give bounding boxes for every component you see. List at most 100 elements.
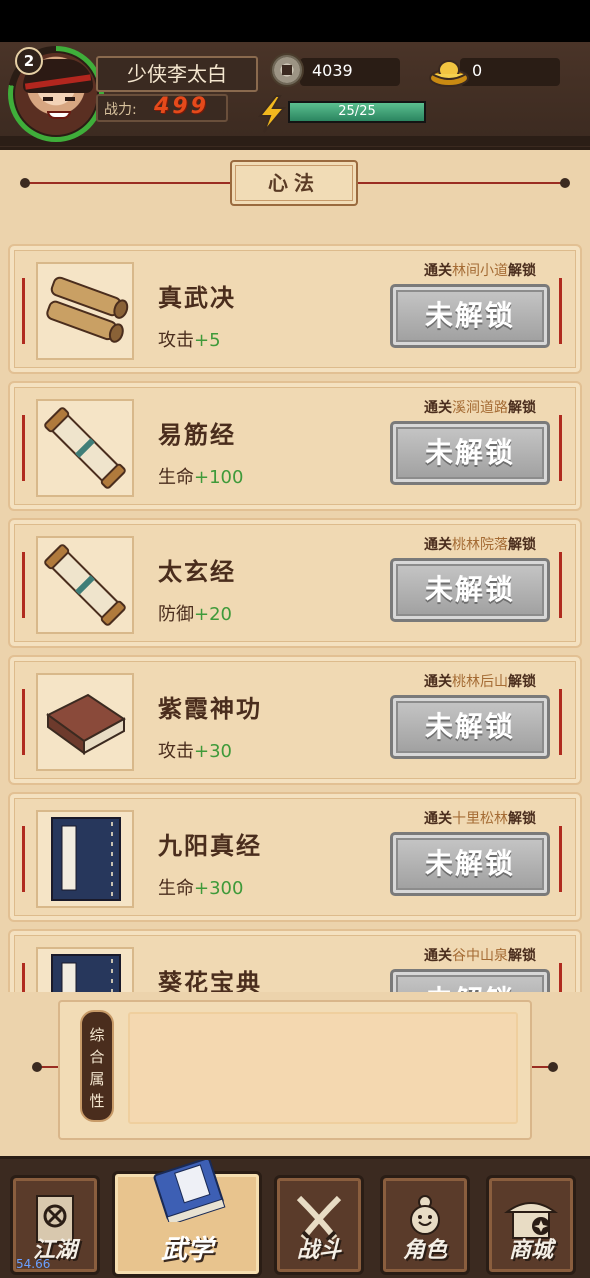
skill-card: 紫霞神功 攻击+30 通关桃林后山解锁 未解锁: [8, 655, 582, 785]
hint-suffix: 解锁: [508, 537, 536, 553]
unlock-stage: 林间小道: [452, 263, 508, 279]
skill-icon-frame: [36, 673, 134, 771]
section-title-plaque: 心法: [230, 160, 358, 206]
card-accent-left: [22, 963, 25, 992]
locked-button[interactable]: 未解锁: [390, 969, 550, 992]
combat-power-label: 战力:: [104, 102, 137, 118]
card-accent-right: [559, 415, 562, 481]
card-accent-right: [559, 963, 562, 992]
level-badge: 2: [15, 47, 43, 75]
tab-label: 商城: [508, 1237, 553, 1263]
stat-bonus: +100: [194, 467, 244, 488]
stat-label: 攻击: [158, 741, 194, 762]
skill-card: 太玄经 防御+20 通关桃林院落解锁 未解锁: [8, 518, 582, 648]
skill-card: 葵花宝典 通关谷中山泉解锁 未解锁: [8, 929, 582, 992]
unlock-hint: 通关溪涧道路解锁: [424, 397, 536, 417]
energy-bolt-icon: [257, 95, 287, 133]
unlock-stage: 桃林后山: [452, 674, 508, 690]
skill-name: 紫霞神功: [158, 695, 262, 723]
card-accent-left: [22, 552, 25, 618]
unlock-stage: 溪涧道路: [452, 400, 508, 416]
tab-zhandou[interactable]: 战斗: [274, 1175, 364, 1275]
stat-bonus: +20: [194, 604, 232, 625]
hint-prefix: 通关: [424, 537, 452, 553]
bamboo-scrolls-icon: [46, 276, 129, 343]
blue-book-icon: [51, 817, 121, 901]
hint-suffix: 解锁: [508, 948, 536, 964]
title-divider-dot: [560, 178, 570, 188]
combat-power: 战力: 499: [96, 94, 228, 122]
combat-power-value: 499: [154, 94, 209, 119]
unlock-hint: 通关桃林后山解锁: [424, 671, 536, 691]
blue-book-icon: [51, 954, 121, 992]
skill-card: 真武决 攻击+5 通关林间小道解锁 未解锁: [8, 244, 582, 374]
tab-shangcheng[interactable]: 商城: [486, 1175, 576, 1275]
tab-label: 角色: [402, 1237, 447, 1263]
brown-book-icon: [46, 693, 126, 755]
skill-name: 真武决: [158, 284, 236, 312]
tab-label: 战斗: [296, 1237, 341, 1263]
locked-button[interactable]: 未解锁: [390, 695, 550, 759]
skill-name: 易筋经: [158, 421, 236, 449]
hint-suffix: 解锁: [508, 400, 536, 416]
avatar-eye: [65, 97, 75, 101]
skill-stat: 防御+20: [158, 600, 232, 626]
coin-value: 4039: [312, 61, 353, 80]
stat-label: 防御: [158, 604, 194, 625]
unlock-hint: 通关桃林院落解锁: [424, 534, 536, 554]
attr-divider-dot: [32, 1062, 42, 1072]
locked-button-label: 未解锁: [424, 847, 515, 880]
card-accent-right: [559, 278, 562, 344]
locked-button[interactable]: 未解锁: [390, 558, 550, 622]
unlock-stage: 谷中山泉: [452, 948, 508, 964]
hint-suffix: 解锁: [508, 263, 536, 279]
title-divider-dot: [20, 178, 30, 188]
skill-stat: 生命+100: [158, 463, 243, 489]
copper-coin-icon: [270, 53, 304, 87]
locked-button[interactable]: 未解锁: [390, 832, 550, 896]
tab-wuxue[interactable]: 武学: [112, 1160, 262, 1277]
unlock-stage: 十里松林: [452, 811, 508, 827]
energy-bar: 25/25: [288, 101, 426, 123]
player-name: 少侠李太白: [96, 56, 258, 92]
unlock-stage: 桃林院落: [452, 537, 508, 553]
status-bar: [0, 0, 590, 42]
game-screen: 2 少侠李太白 战力: 499 4039 0 25/25 心法 真武决 攻击+5…: [0, 0, 590, 1278]
attribute-label: 综合属性: [80, 1010, 114, 1122]
locked-button[interactable]: 未解锁: [390, 421, 550, 485]
card-accent-right: [559, 689, 562, 755]
skill-icon-frame: [36, 262, 134, 360]
skill-list[interactable]: 真武决 攻击+5 通关林间小道解锁 未解锁 易筋经 生命+100 通关溪涧道路解…: [0, 240, 590, 992]
rolled-scroll-icon: [44, 544, 126, 626]
locked-button-label: 未解锁: [424, 299, 515, 332]
locked-button[interactable]: 未解锁: [390, 284, 550, 348]
stat-bonus: +300: [194, 878, 244, 899]
skill-name: 九阳真经: [158, 832, 262, 860]
attribute-panel: 综合属性: [0, 992, 590, 1156]
card-accent-left: [22, 689, 25, 755]
tab-juese[interactable]: 角色: [380, 1175, 470, 1275]
card-accent-right: [559, 826, 562, 892]
fps-counter: 54.66: [16, 1257, 51, 1271]
title-divider-right: [356, 182, 564, 184]
tab-label: 武学: [160, 1235, 213, 1265]
stat-bonus: +5: [194, 330, 221, 351]
energy-text: 25/25: [338, 104, 376, 119]
avatar-mouth: [47, 111, 71, 119]
section-title: 心法: [268, 171, 320, 195]
title-divider-left: [28, 182, 232, 184]
skill-icon-frame: [36, 536, 134, 634]
skill-icon-frame: [36, 810, 134, 908]
locked-button-label: 未解锁: [424, 436, 515, 469]
hint-suffix: 解锁: [508, 811, 536, 827]
skill-card: 易筋经 生命+100 通关溪涧道路解锁 未解锁: [8, 381, 582, 511]
stat-label: 攻击: [158, 330, 194, 351]
hint-suffix: 解锁: [508, 674, 536, 690]
martial-book-icon: [153, 1160, 226, 1222]
hint-prefix: 通关: [424, 263, 452, 279]
hint-prefix: 通关: [424, 400, 452, 416]
locked-button-label: 未解锁: [424, 573, 515, 606]
hint-prefix: 通关: [424, 948, 452, 964]
ingot-value: 0: [472, 61, 483, 80]
attribute-label-text: 综合属性: [89, 1026, 105, 1110]
